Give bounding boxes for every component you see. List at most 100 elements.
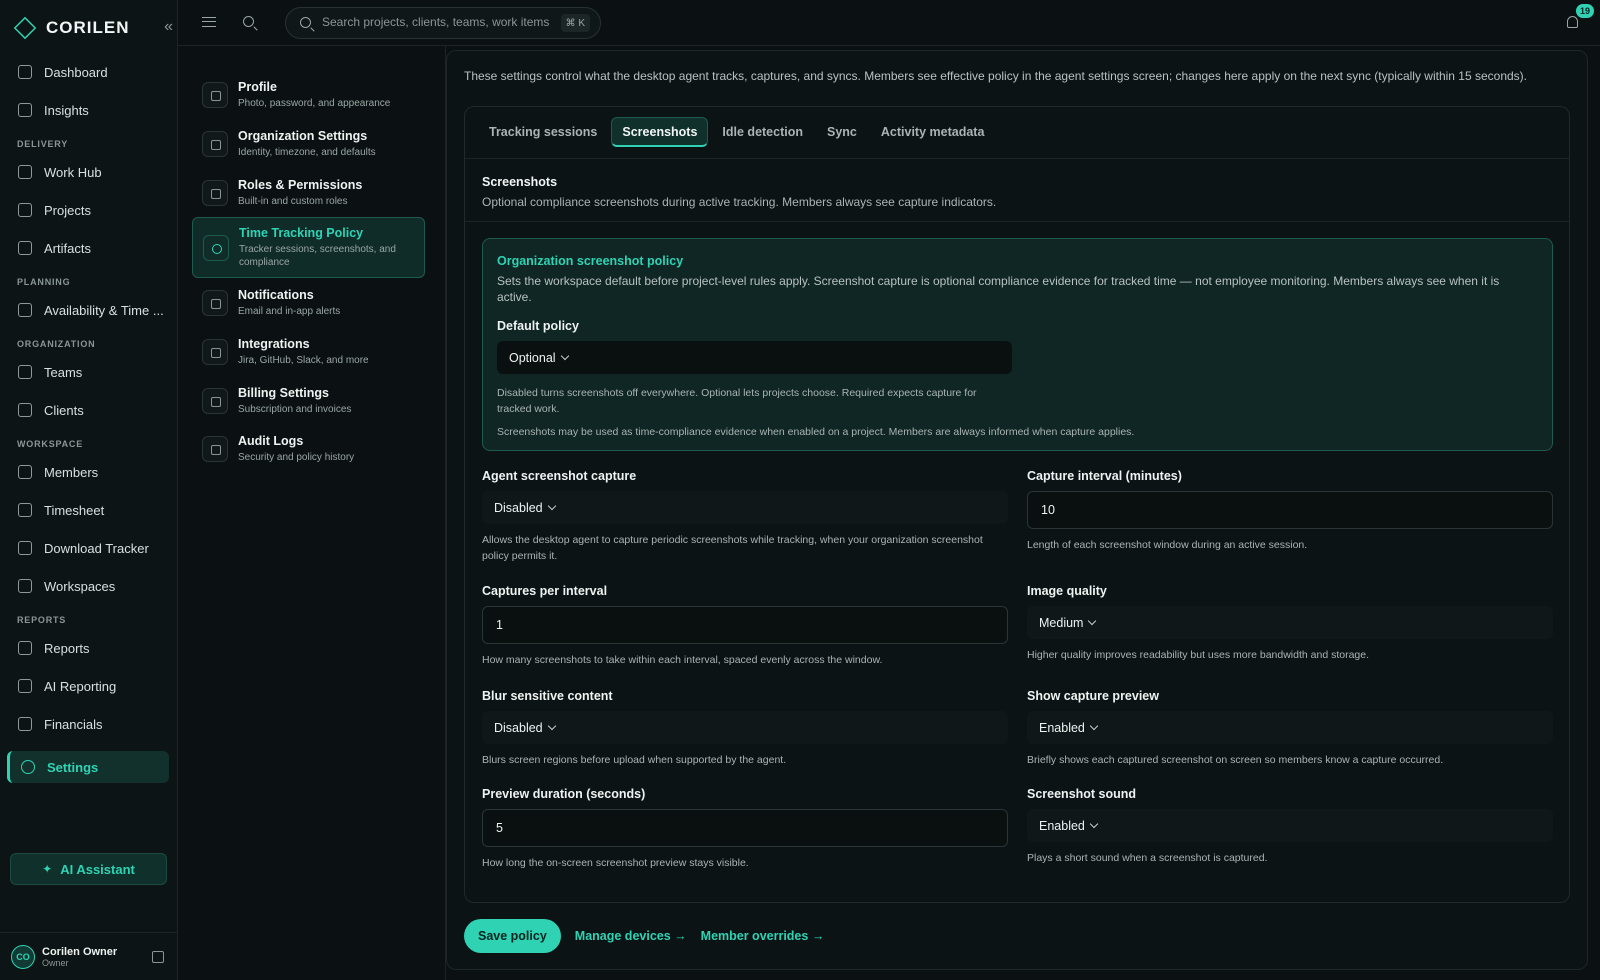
search-input[interactable] [322,15,552,29]
default-policy-select[interactable]: Optional [497,341,1012,374]
show-preview-select[interactable]: Enabled [1027,711,1553,744]
settings-item-audit-logs[interactable]: Audit Logs Security and policy history [192,424,425,473]
credit-card-icon [202,387,228,414]
settings-item-notifications[interactable]: Notifications Email and in-app alerts [192,278,425,327]
document-icon [202,435,228,462]
nav-section-planning: PLANNING [17,277,71,287]
blur-sensitive-select[interactable]: Disabled [482,711,1008,744]
divider [465,221,1569,222]
nav-item-download-tracker[interactable]: Download Tracker [0,529,178,567]
user-bar: CO Corilen Owner Owner [0,932,178,980]
nav-item-teams[interactable]: Teams [0,353,178,391]
tab-idle-detection[interactable]: Idle detection [712,117,813,147]
nav-item-projects[interactable]: Projects [0,191,178,229]
divider [465,158,1569,159]
settings-item-integrations[interactable]: Integrations Jira, GitHub, Slack, and mor… [192,327,425,376]
field-help: How many screenshots to take within each… [482,654,883,666]
nav-section-delivery: DELIVERY [17,139,69,149]
nav-item-reports[interactable]: Reports [0,629,178,667]
briefcase-icon [18,203,32,217]
ai-assistant-button[interactable]: ✦ AI Assistant [10,853,167,885]
nav-item-ai-reporting[interactable]: AI Reporting [0,667,178,705]
field-show-preview: Show capture preview Enabled Briefly sho… [1027,689,1553,768]
agent-capture-select[interactable]: Disabled [482,491,1008,524]
field-help: Higher quality improves readability but … [1027,649,1370,661]
preview-duration-input[interactable]: 5 [482,809,1008,847]
nav-item-clients[interactable]: Clients [0,391,178,429]
logout-icon[interactable] [152,951,164,963]
section-subtitle: Optional compliance screenshots during a… [482,195,997,209]
ai-assistant-label: AI Assistant [60,861,135,877]
save-policy-button[interactable]: Save policy [464,919,561,953]
nav-item-work-hub[interactable]: Work Hub [0,153,178,191]
nav-label: Financials [44,716,103,732]
nav-item-workspaces[interactable]: Workspaces [0,567,178,605]
calendar-icon [18,303,32,317]
collapse-sidebar-icon[interactable]: « [164,18,173,36]
org-screenshot-policy: Organization screenshot policy Sets the … [482,238,1553,451]
building-icon [202,130,228,157]
nav-item-members[interactable]: Members [0,453,178,491]
brand[interactable]: CORILEN [0,0,177,56]
nav-section-organization: ORGANIZATION [17,339,96,349]
manage-devices-link[interactable]: Manage devices → [575,929,687,943]
shield-icon [202,179,228,206]
menu-icon[interactable] [202,17,216,27]
screenshot-sound-select[interactable]: Enabled [1027,809,1553,842]
teams-icon [18,365,32,379]
field-captures-per-interval: Captures per interval 1 How many screens… [482,584,1008,668]
global-search[interactable]: ⌘ K [285,7,601,39]
settings-item-title: Notifications [238,287,314,302]
select-value: Enabled [1039,818,1085,833]
settings-item-organization[interactable]: Organization Settings Identity, timezone,… [192,119,425,168]
settings-item-billing[interactable]: Billing Settings Subscription and invoice… [192,376,425,425]
nav-item-insights[interactable]: Insights [0,91,178,129]
chevron-down-icon [547,721,556,730]
tab-tracking-sessions[interactable]: Tracking sessions [479,117,607,147]
tab-sync[interactable]: Sync [817,117,867,147]
field-agent-capture: Agent screenshot capture Disabled Allows… [482,469,1008,564]
home-icon [18,65,32,79]
nav-item-artifacts[interactable]: Artifacts [0,229,178,267]
tab-activity-metadata[interactable]: Activity metadata [871,117,995,147]
settings-item-roles[interactable]: Roles & Permissions Built-in and custom r… [192,168,425,217]
brand-logo-icon [13,16,37,40]
member-overrides-link[interactable]: Member overrides → [701,929,825,943]
tab-screenshots[interactable]: Screenshots [611,117,709,147]
nav-item-availability[interactable]: Availability & Time ... [0,291,178,329]
settings-item-time-tracking[interactable]: Time Tracking Policy Tracker sessions, sc… [192,217,425,278]
actions: Save policy Manage devices → Member over… [464,919,824,953]
settings-item-title: Integrations [238,336,310,351]
calendar-icon [18,503,32,517]
default-policy-help: Disabled turns screenshots off everywher… [497,387,977,415]
bell-icon [202,289,228,316]
field-help: Allows the desktop agent to capture peri… [482,534,983,562]
settings-item-profile[interactable]: Profile Photo, password, and appearance [192,70,425,119]
nav-item-financials[interactable]: Financials [0,705,178,743]
nav-item-dashboard[interactable]: Dashboard [0,53,178,91]
bell-icon[interactable] [1567,16,1578,28]
user-name: Corilen Owner [42,945,118,958]
field-preview-duration: Preview duration (seconds) 5 How long th… [482,787,1008,871]
select-value: Enabled [1039,720,1085,735]
main-content: These settings control what the desktop … [446,50,1588,970]
field-help: Briefly shows each captured screenshot o… [1027,754,1444,766]
image-quality-select[interactable]: Medium [1027,606,1553,639]
nav-label: Artifacts [44,240,91,256]
field-label: Preview duration (seconds) [482,787,646,801]
sparkle-icon: ✦ [42,862,53,876]
settings-nav: Profile Photo, password, and appearance O… [178,46,446,980]
field-help: Plays a short sound when a screenshot is… [1027,852,1268,864]
nav-item-settings[interactable]: Settings [7,751,169,783]
policy-panel: Tracking sessions Screenshots Idle detec… [464,106,1570,903]
sparkle-icon [18,679,32,693]
settings-item-subtitle: Jira, GitHub, Slack, and more [238,354,369,366]
search-icon[interactable] [243,16,254,27]
avatar[interactable]: CO [11,944,35,969]
nav-item-timesheet[interactable]: Timesheet [0,491,178,529]
nav-list: Dashboard Insights DELIVERY Work Hub Pro… [0,53,178,783]
download-icon [18,541,32,555]
capture-interval-input[interactable]: 10 [1027,491,1553,529]
nav-label: Insights [44,102,89,118]
captures-per-interval-input[interactable]: 1 [482,606,1008,644]
